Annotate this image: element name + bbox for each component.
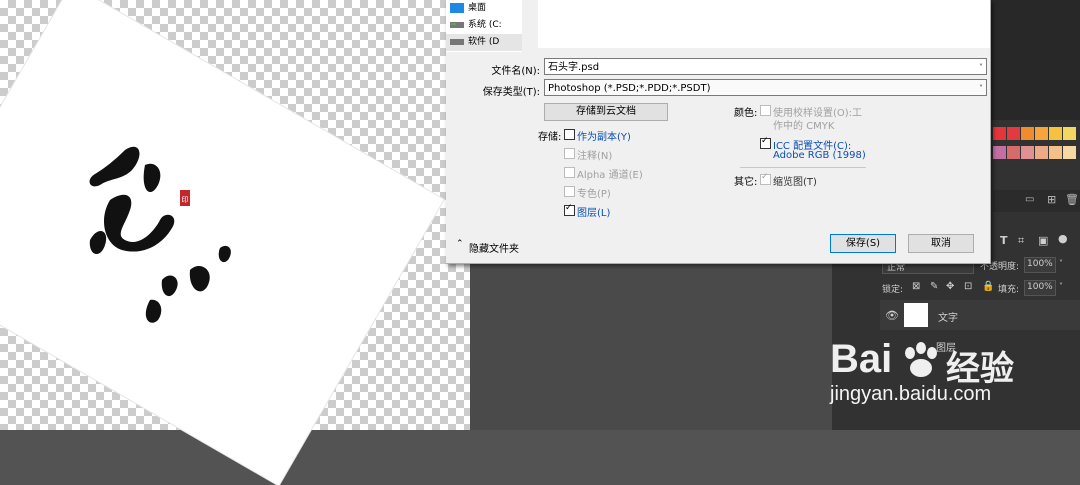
as-copy-label: 作为副本(Y) — [577, 132, 631, 143]
calligraphy-artwork: 印 — [89, 146, 231, 323]
use-proof-setup-label-end: 工 — [852, 108, 862, 119]
file-type-value: Photoshop (*.PSD;*.PDD;*.PSDT) — [548, 83, 711, 94]
save-button[interactable]: 保存(S) — [830, 234, 896, 253]
filename-value: 石头字.psd — [548, 62, 600, 73]
type-filter-icon[interactable]: T — [1000, 234, 1008, 247]
file-list[interactable] — [538, 0, 990, 48]
chevron-down-icon[interactable]: ˅ — [979, 59, 983, 76]
color-swatch[interactable] — [1035, 146, 1048, 159]
working-cmyk-label: 作中的 CMYK — [773, 121, 835, 132]
panel-toolbar: ▭ ⊞ 🗑 — [993, 190, 1080, 212]
color-swatch[interactable] — [1021, 146, 1034, 159]
new-group-icon[interactable]: ▭ — [1025, 194, 1034, 205]
notes-label: 注释(N) — [577, 151, 613, 162]
add-icon[interactable]: ⊞ — [1047, 193, 1056, 206]
icc-profile-value: Adobe RGB (1998) — [773, 150, 866, 161]
lock-artboard-icon[interactable]: ⊡ — [964, 281, 972, 292]
opacity-value: 100% — [1027, 259, 1053, 269]
workspace-background — [470, 263, 832, 430]
lock-label: 锁定: — [882, 285, 904, 295]
opacity-chevron-icon[interactable]: ˅ — [1059, 259, 1063, 268]
delete-icon[interactable]: 🗑 — [1065, 193, 1079, 206]
tree-item-label: 桌面 — [468, 3, 487, 13]
folder-tree: 桌面 系统 (C: 软件 (D ˅ — [446, 0, 534, 52]
color-swatch[interactable] — [1063, 127, 1076, 140]
tree-item-software-drive[interactable]: 软件 (D ˅ — [446, 34, 534, 51]
panel-top-dark — [990, 0, 1080, 120]
visibility-eye-icon[interactable]: 👁 — [885, 309, 899, 322]
fill-value: 100% — [1027, 282, 1053, 292]
fill-label: 填充: — [998, 285, 1020, 295]
use-proof-setup-checkbox[interactable] — [760, 105, 771, 116]
other-label: 其它: — [734, 177, 758, 188]
shape-filter-icon[interactable]: ⌗ — [1018, 234, 1024, 248]
color-swatch[interactable] — [993, 127, 1006, 140]
chevron-down-icon[interactable]: ˅ — [979, 80, 983, 97]
color-swatch[interactable] — [1049, 127, 1062, 140]
divider — [740, 167, 866, 168]
baidu-jingyan-watermark: Bai 经验 jingyan.baidu.com — [830, 335, 1080, 430]
lock-move-icon[interactable]: ✥ — [946, 281, 954, 292]
icc-profile-checkbox[interactable] — [760, 136, 771, 149]
smart-filter-icon[interactable]: ▣ — [1038, 234, 1048, 247]
tree-item-desktop[interactable]: 桌面 — [446, 0, 534, 17]
storage-label: 存储: — [538, 132, 562, 143]
tree-item-label: 软件 (D — [468, 37, 500, 47]
cancel-button[interactable]: 取消 — [908, 234, 974, 253]
chevron-up-icon[interactable]: ⌃ — [456, 239, 464, 249]
watermark-brand: Bai — [830, 337, 893, 381]
save-as-dialog: 桌面 系统 (C: 软件 (D ˅ 文件名(N): 石头字.psd ˅ 保存类型… — [446, 0, 991, 264]
color-swatch[interactable] — [1021, 127, 1034, 140]
layer-thumbnail — [904, 303, 928, 327]
opacity-field[interactable]: 100% — [1024, 257, 1056, 273]
file-type-label: 保存类型(T): — [482, 87, 540, 98]
save-to-cloud-button[interactable]: 存储到云文档 — [544, 103, 668, 121]
fill-chevron-icon[interactable]: ˅ — [1059, 282, 1063, 291]
drive-icon — [450, 37, 464, 54]
filename-label: 文件名(N): — [491, 66, 540, 77]
lock-pixels-icon[interactable]: ⊠ — [912, 281, 920, 292]
lock-all-icon[interactable]: 🔒 — [982, 281, 994, 292]
spot-colors-checkbox[interactable] — [564, 186, 575, 197]
color-swatch[interactable] — [993, 146, 1006, 159]
watermark-url: jingyan.baidu.com — [830, 383, 992, 405]
swatches-panel — [993, 127, 1080, 165]
as-copy-checkbox[interactable] — [564, 129, 575, 140]
thumbnail-checkbox[interactable] — [760, 172, 771, 185]
color-label: 颜色: — [734, 108, 758, 119]
layers-checkbox[interactable] — [564, 203, 575, 216]
filter-toggle-icon[interactable]: ● — [1058, 232, 1068, 245]
lock-paint-icon[interactable]: ✎ — [930, 281, 938, 292]
alpha-channels-checkbox[interactable] — [564, 167, 575, 178]
thumbnail-label: 缩览图(T) — [773, 177, 817, 188]
file-type-select[interactable]: Photoshop (*.PSD;*.PDD;*.PSDT) ˅ — [544, 79, 987, 96]
color-swatch[interactable] — [1035, 127, 1048, 140]
color-swatch[interactable] — [1049, 146, 1062, 159]
color-swatch[interactable] — [1007, 127, 1020, 140]
color-swatch[interactable] — [1063, 146, 1076, 159]
fill-field[interactable]: 100% — [1024, 280, 1056, 296]
stamp-seal: 印 — [182, 196, 189, 204]
tree-item-label: 系统 (C: — [468, 20, 502, 30]
tree-item-system-drive[interactable]: 系统 (C: — [446, 17, 534, 34]
alpha-channels-label: Alpha 通道(E) — [577, 170, 643, 181]
spot-colors-label: 专色(P) — [577, 189, 611, 200]
paw-icon — [905, 342, 937, 377]
layers-label: 图层(L) — [577, 208, 611, 219]
hide-folders-toggle[interactable]: 隐藏文件夹 — [469, 240, 519, 255]
layer-row[interactable]: 👁 文字 — [880, 300, 1080, 330]
tree-scrollbar[interactable] — [522, 0, 534, 52]
layer-name: 文字 — [938, 313, 958, 324]
notes-checkbox[interactable] — [564, 148, 575, 159]
filename-input[interactable]: 石头字.psd ˅ — [544, 58, 987, 75]
color-swatch[interactable] — [1007, 146, 1020, 159]
